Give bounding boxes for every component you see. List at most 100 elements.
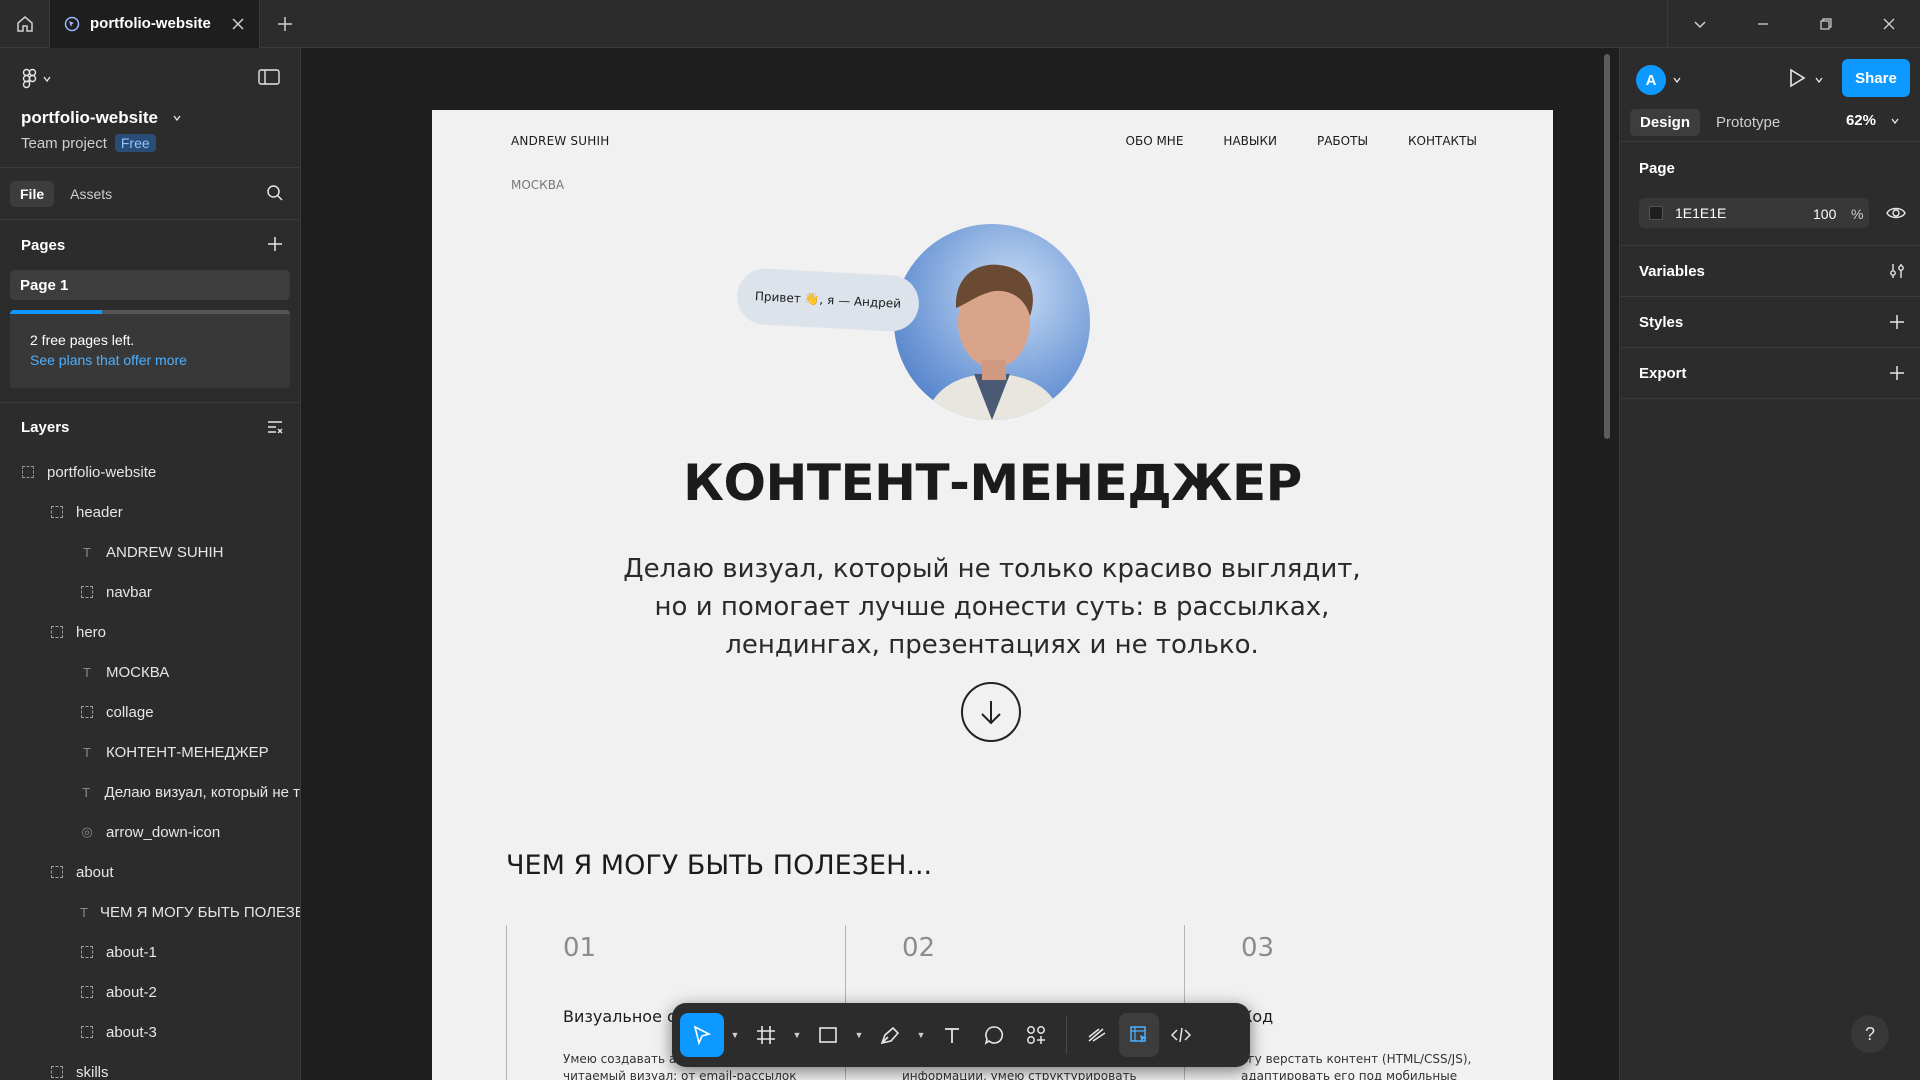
artboard-portfolio-website[interactable]: ANDREW SUHIH ОБО МНЕ НАВЫКИ РАБОТЫ КОНТА… [432,110,1553,1080]
page-opacity-value[interactable]: 100 [1813,206,1836,222]
team-label: Team project [21,134,107,152]
chevron-down-icon[interactable] [1672,75,1682,85]
layer-item[interactable]: about-3 [0,1012,300,1052]
restore-icon [1819,18,1832,30]
export-section[interactable]: Export [1620,348,1920,399]
plus-icon [278,16,292,31]
frame-icon [80,985,94,999]
actions-button[interactable] [1016,1013,1056,1057]
layer-item[interactable]: ◎ arrow_down-icon [0,812,300,852]
canvas[interactable]: ANDREW SUHIH ОБО МНЕ НАВЫКИ РАБОТЫ КОНТА… [302,48,1618,1080]
add-style-icon[interactable] [1888,313,1906,331]
layer-item[interactable]: T КОНТЕНТ-МЕНЕДЖЕР [0,732,300,772]
layers-list-icon[interactable] [266,418,284,436]
add-page-icon[interactable] [266,235,284,253]
tab-assets[interactable]: Assets [60,181,122,207]
variables-section[interactable]: Variables [1620,246,1920,297]
toggle-sidebar-button[interactable] [258,68,280,91]
layer-item[interactable]: skills [0,1052,300,1080]
dev-mode-button[interactable] [1161,1013,1201,1057]
file-design-icon [64,16,80,31]
draw-mode-button[interactable] [1077,1013,1117,1057]
page-color-value[interactable]: 1E1E1E [1675,205,1726,221]
free-pages-text: 2 free pages left. [30,332,135,348]
left-panel: portfolio-website Team project Free File… [0,48,301,1080]
layer-item[interactable]: T ЧЕМ Я МОГУ БЫТЬ ПОЛЕЗЕ [0,892,300,932]
add-export-icon[interactable] [1888,364,1906,382]
shape-tool-menu[interactable]: ▼ [850,1013,868,1057]
text-tool-button[interactable] [932,1013,972,1057]
layer-item[interactable]: navbar [0,572,300,612]
move-tool-button[interactable] [680,1013,724,1057]
variables-settings-icon[interactable] [1888,262,1906,280]
plan-badge[interactable]: Free [114,134,156,152]
restore-button[interactable] [1794,0,1857,48]
eye-icon[interactable] [1886,204,1906,222]
pen-tool-button[interactable] [870,1013,910,1057]
figma-logo-icon [22,68,37,89]
help-button[interactable]: ? [1851,1015,1889,1053]
text-icon [945,1028,959,1043]
tab-design[interactable]: Design [1630,109,1701,136]
nav-item-contacts[interactable]: КОНТАКТЫ [1408,134,1477,148]
present-play-icon[interactable] [1786,67,1808,89]
layer-item[interactable]: about-1 [0,932,300,972]
layer-item[interactable]: header [0,492,300,532]
frame-icon [50,865,64,879]
layer-item[interactable]: T ANDREW SUHIH [0,532,300,572]
tab-prototype[interactable]: Prototype [1706,109,1790,136]
layer-item[interactable]: T Делаю визуал, который не т [0,772,300,812]
avatar[interactable]: A [1636,65,1666,95]
layer-item[interactable]: T МОСКВА [0,652,300,692]
move-tool-menu[interactable]: ▼ [726,1013,744,1057]
tab-portfolio-website[interactable]: portfolio-website [50,0,260,48]
new-tab-button[interactable] [260,0,310,48]
search-button[interactable] [266,184,284,207]
right-panel: A Share Design Prototype 62% Page 1E1E1E… [1619,48,1920,1080]
layer-item[interactable]: hero [0,612,300,652]
layer-name: КОНТЕНТ-МЕНЕДЖЕР [106,743,269,761]
design-mode-button[interactable] [1119,1013,1159,1057]
tabs-dropdown-button[interactable] [1668,0,1731,48]
layer-item[interactable]: collage [0,692,300,732]
home-button[interactable] [0,0,50,48]
layer-item[interactable]: about [0,852,300,892]
home-icon [16,15,33,32]
nav-item-works[interactable]: РАБОТЫ [1317,134,1368,148]
scroll-down-button[interactable] [961,682,1021,742]
layer-item[interactable]: portfolio-website [0,452,300,492]
see-plans-link[interactable]: See plans that offer more [30,352,290,368]
nav-item-about[interactable]: ОБО МНЕ [1126,134,1184,148]
project-name-button[interactable]: portfolio-website [21,108,182,128]
canvas-scrollbar[interactable] [1604,54,1610,439]
close-window-button[interactable] [1857,0,1920,48]
about-card-1: 01 Визуальное оф Умею создавать а читаем… [506,925,796,1080]
zoom-control[interactable]: 62% [1846,112,1900,129]
color-swatch[interactable] [1649,206,1663,220]
navbar: ОБО МНЕ НАВЫКИ РАБОТЫ КОНТАКТЫ [1126,134,1477,148]
main-menu-button[interactable] [22,68,52,90]
share-button[interactable]: Share [1842,59,1910,97]
minimize-button[interactable] [1731,0,1794,48]
layers-title: Layers [21,419,70,436]
layer-item[interactable]: about-2 [0,972,300,1012]
chevron-down-icon [1693,21,1706,29]
styles-section[interactable]: Styles [1620,297,1920,348]
percent-sign: % [1851,206,1864,222]
nav-item-skills[interactable]: НАВЫКИ [1223,134,1277,148]
pen-tool-menu[interactable]: ▼ [912,1013,930,1057]
frame-icon [80,585,94,599]
frame-tool-button[interactable] [746,1013,786,1057]
rectangle-icon [819,1027,837,1043]
comment-tool-button[interactable] [974,1013,1014,1057]
page-item-page-1[interactable]: Page 1 [10,270,290,300]
arrow-down-icon [981,701,1001,725]
rectangle-tool-button[interactable] [808,1013,848,1057]
cursor-icon [693,1025,712,1046]
tab-file[interactable]: File [10,180,55,207]
frame-tool-menu[interactable]: ▼ [788,1013,806,1057]
layer-name: МОСКВА [106,663,170,681]
chevron-down-icon[interactable] [1814,75,1824,85]
close-tab-icon[interactable] [231,17,245,31]
page-fill-field[interactable]: 1E1E1E 100 % [1639,198,1869,228]
